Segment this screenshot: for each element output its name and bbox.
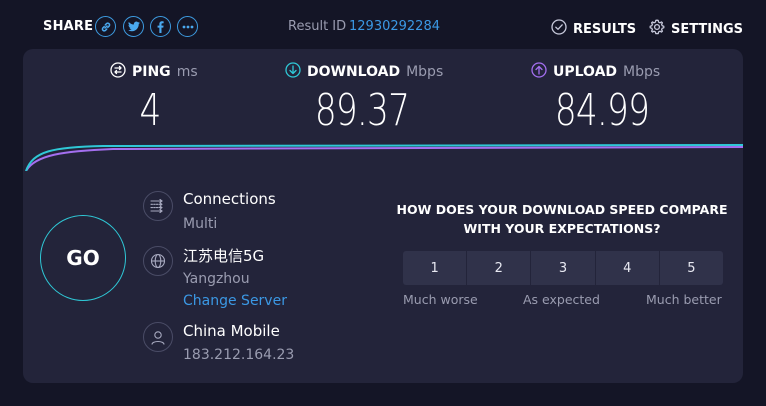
upload-graph-line — [25, 146, 743, 171]
upload-header: UPLOAD Mbps — [531, 62, 681, 82]
upload-metric: UPLOAD Mbps — [531, 62, 681, 82]
rating-button-1[interactable]: 1 — [403, 251, 467, 285]
feedback-question: HOW DOES YOUR DOWNLOAD SPEED COMPARE WIT… — [396, 202, 728, 236]
rating-button-3[interactable]: 3 — [531, 251, 595, 285]
scale-low-label: Much worse — [403, 292, 478, 307]
more-icon[interactable] — [177, 16, 198, 37]
upload-value-wrap: 84.99 — [532, 82, 672, 136]
download-arrow-icon — [285, 62, 301, 82]
provider-ip: 183.212.164.23 — [183, 347, 295, 363]
rating-button-5[interactable]: 5 — [659, 251, 724, 285]
settings-button[interactable]: SETTINGS — [649, 19, 743, 39]
connections-value: Multi — [183, 216, 218, 232]
user-icon — [143, 322, 173, 352]
twitter-icon[interactable] — [123, 16, 144, 37]
download-value-wrap: 89.37 — [287, 82, 437, 136]
upload-value: 84.99 — [554, 85, 650, 136]
change-server-link[interactable]: Change Server — [183, 293, 287, 309]
link-icon[interactable] — [95, 16, 116, 37]
download-metric: DOWNLOAD Mbps — [285, 62, 455, 82]
scale-mid-label: As expected — [523, 292, 600, 307]
connections-title: Connections — [183, 190, 276, 208]
rating-scale: 1 2 3 4 5 — [403, 251, 724, 285]
server-location: Yangzhou — [183, 271, 250, 287]
gear-icon — [649, 19, 665, 39]
top-bar: SHARE Result ID 12930292284 RESULTS SETT… — [0, 0, 766, 50]
server-name: 江苏电信5G — [183, 247, 265, 265]
download-value: 89.37 — [314, 85, 410, 136]
check-circle-icon — [551, 19, 567, 39]
download-header: DOWNLOAD Mbps — [285, 62, 455, 82]
speed-graph — [25, 144, 743, 171]
download-unit: Mbps — [406, 64, 444, 80]
go-button[interactable]: GO — [40, 215, 126, 301]
results-button[interactable]: RESULTS — [551, 19, 636, 39]
globe-icon — [143, 246, 173, 276]
ping-header: PING ms — [110, 62, 210, 82]
ping-value-wrap: 4 — [110, 82, 190, 136]
ping-icon — [110, 62, 126, 82]
connections-icon — [143, 191, 173, 221]
result-id-link[interactable]: 12930292284 — [349, 19, 440, 34]
ping-unit: ms — [176, 64, 198, 80]
ping-value: 4 — [139, 85, 161, 136]
facebook-icon[interactable] — [150, 16, 171, 37]
provider-name: China Mobile — [183, 322, 280, 340]
upload-arrow-icon — [531, 62, 547, 82]
share-label: SHARE — [43, 19, 94, 34]
upload-unit: Mbps — [623, 64, 661, 80]
rating-button-2[interactable]: 2 — [467, 251, 531, 285]
download-label: DOWNLOAD — [307, 64, 401, 80]
settings-label: SETTINGS — [671, 21, 744, 37]
rating-button-4[interactable]: 4 — [595, 251, 659, 285]
result-card: PING ms 4 DOWNLOAD Mbps 89.37 UPLOAD Mbp… — [23, 49, 743, 383]
scale-high-label: Much better — [646, 292, 722, 307]
ping-label: PING — [132, 64, 171, 80]
result-id-label: Result ID — [288, 19, 347, 34]
ping-metric: PING ms — [110, 62, 210, 82]
upload-label: UPLOAD — [553, 64, 618, 80]
results-label: RESULTS — [573, 21, 637, 37]
